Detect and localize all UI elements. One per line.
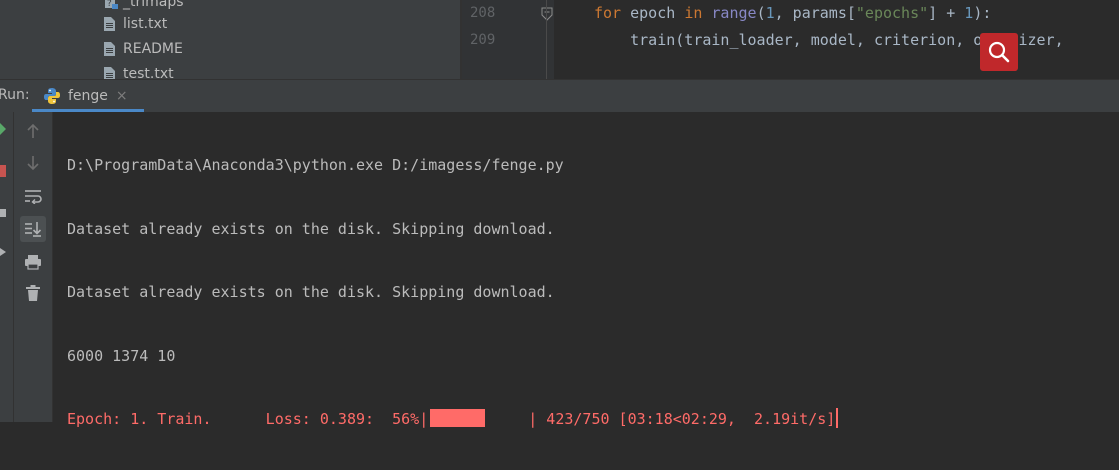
tree-item-trimaps[interactable]: ? _trimaps [104,0,184,13]
project-tree: ? _trimaps list.txt README test.txt [0,0,460,79]
progress-suffix: | 423/750 [03:18<02:29, 2.19it/s] [528,410,836,428]
soft-wrap-button[interactable] [20,183,46,209]
console-toolbar [14,112,53,422]
unknown-file-icon: ? [104,0,118,9]
text-file-icon [104,17,115,31]
top-area: ? _trimaps list.txt README test.txt 208 [0,0,1119,79]
progress-line: Epoch: 1. Train. Loss: 0.389: 56%| | 423/… [67,406,839,434]
tree-item-list-txt[interactable]: list.txt [104,13,167,35]
run-tab-bar: Run: fenge × [0,79,1119,112]
code-token: epoch [621,4,685,22]
console-line: Dataset already exists on the disk. Skip… [67,283,555,301]
run-panel: D:\ProgramData\Anaconda3\python.exe D:/i… [0,112,1119,428]
tree-item-label: _trimaps [123,0,184,10]
close-icon[interactable]: × [116,88,128,104]
text-cursor [836,408,839,428]
console-line: 6000 1374 10 [67,346,176,365]
pause-icon[interactable] [0,207,6,219]
scroll-to-end-button[interactable] [20,216,46,242]
soft-wrap-icon [25,190,42,204]
search-button[interactable] [980,33,1018,71]
down-button[interactable] [20,150,46,176]
rerun-icon[interactable] [0,122,6,136]
down-arrow-icon [27,156,39,171]
print-button[interactable] [20,249,46,275]
code-token: "epochs" [855,4,929,22]
pin-icon[interactable] [0,245,6,259]
console-output[interactable]: D:\ProgramData\Anaconda3\python.exe D:/i… [67,116,839,470]
code-token: in [684,4,703,22]
console-line: D:\ProgramData\Anaconda3\python.exe D:/i… [67,156,564,174]
editor-gutter: 208 209 [462,0,554,79]
code-token: ): [973,4,992,22]
code-token: , params[ [774,4,856,22]
text-file-icon [104,42,115,56]
code-token: range [711,4,757,22]
tree-item-test-txt[interactable]: test.txt [104,63,174,79]
code-line[interactable]: for epoch in range(1, params["epochs"] +… [594,4,991,22]
print-icon [25,255,41,270]
progress-prefix: Epoch: 1. Train. Loss: 0.389: 56%| [67,410,429,428]
line-number: 209 [470,32,496,48]
trash-icon [26,285,40,301]
console-line: Dataset already exists on the disk. Skip… [67,219,555,238]
code-token: for [594,4,622,22]
code-token: 1 [765,4,775,22]
code-token: ] + [928,4,965,22]
up-button[interactable] [20,118,46,144]
code-editor[interactable]: 208 209 for epoch in range(1, params["ep… [462,0,1119,79]
search-icon [988,41,1010,63]
run-tab-fenge[interactable]: fenge × [32,80,144,112]
tree-item-label: list.txt [123,16,168,32]
fold-marker-icon[interactable] [540,6,554,22]
python-icon [44,88,60,104]
line-number: 208 [470,5,496,21]
tree-item-label: README [123,41,183,57]
tree-item-readme[interactable]: README [104,38,183,60]
tab-title: fenge [68,88,108,104]
svg-text:?: ? [107,0,112,9]
stop-icon[interactable] [0,164,6,178]
run-label: Run: [0,87,30,103]
gutter-separator [546,0,547,79]
run-side-strip [0,112,14,422]
scroll-to-end-icon [25,222,42,237]
code-token: 1 [964,4,974,22]
tree-item-label: test.txt [123,66,174,79]
text-file-icon [104,67,115,79]
up-arrow-icon [27,123,39,138]
code-token: ( [756,4,766,22]
progress-bar-fill [430,409,486,427]
clear-button[interactable] [20,280,46,306]
